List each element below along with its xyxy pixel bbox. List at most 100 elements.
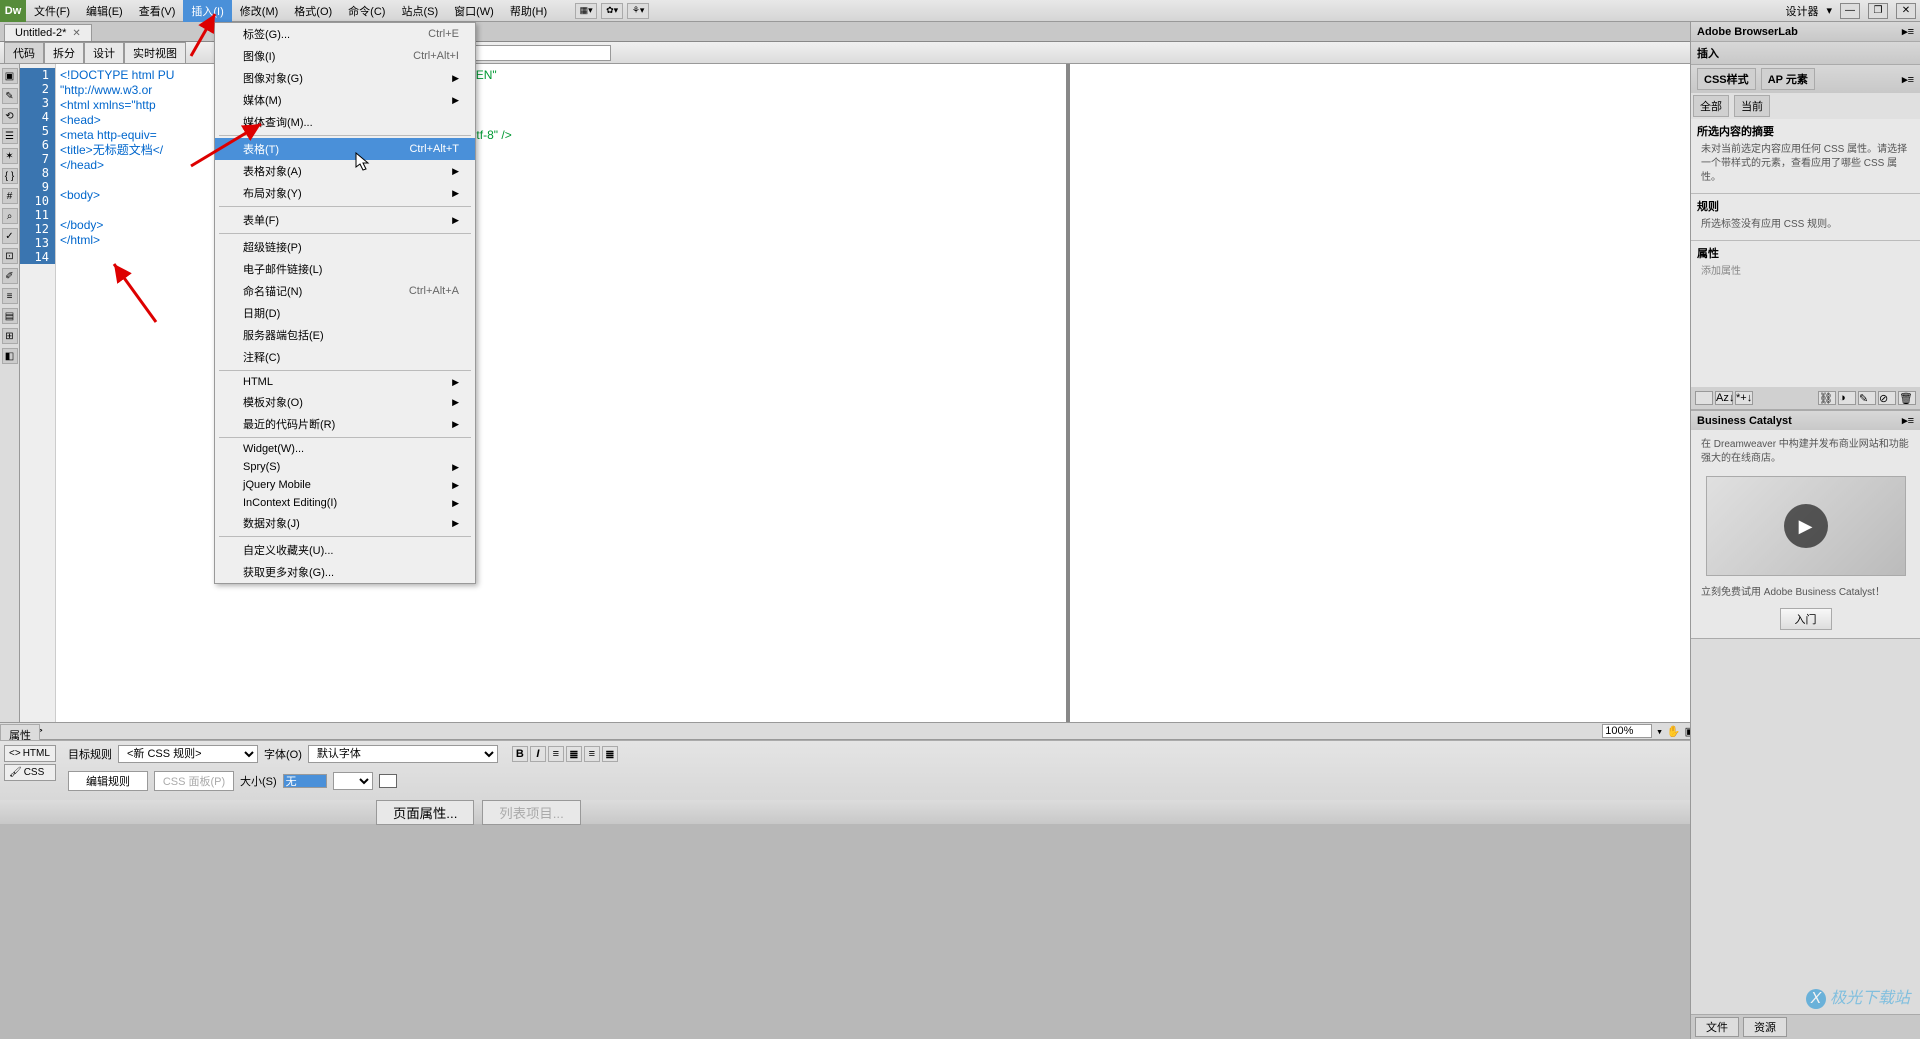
dropdown-item[interactable]: 布局对象(Y)▶ xyxy=(215,182,475,204)
menu-file[interactable]: 文件(F) xyxy=(26,0,78,22)
live-view-button[interactable]: 实时视图 xyxy=(124,42,186,64)
hand-icon[interactable]: ✋ xyxy=(1667,725,1681,738)
css-mode-button[interactable]: 🖌 CSS xyxy=(4,764,56,781)
dropdown-item[interactable]: 自定义收藏夹(U)... xyxy=(215,539,475,561)
design-view-button[interactable]: 设计 xyxy=(84,42,124,64)
dropdown-item[interactable]: 表单(F)▶ xyxy=(215,209,475,231)
dropdown-item[interactable]: 模板对象(O)▶ xyxy=(215,391,475,413)
document-tab[interactable]: Untitled-2* ✕ xyxy=(4,24,92,41)
add-property-link[interactable]: 添加属性 xyxy=(1697,261,1914,283)
layout-icon[interactable]: ▦▾ xyxy=(575,3,597,19)
split-view-button[interactable]: 拆分 xyxy=(44,42,84,64)
dropdown-item[interactable]: 服务器端包括(E) xyxy=(215,324,475,346)
link-icon[interactable]: ⛓ xyxy=(1818,391,1836,405)
edit-icon[interactable]: ✎ xyxy=(1858,391,1876,405)
menu-help[interactable]: 帮助(H) xyxy=(502,0,555,22)
tool-icon[interactable]: ✎ xyxy=(2,88,18,104)
tool-icon[interactable]: ☰ xyxy=(2,128,18,144)
menu-site[interactable]: 站点(S) xyxy=(393,0,446,22)
dropdown-item[interactable]: 标签(G)...Ctrl+E xyxy=(215,23,475,45)
panel-icon[interactable]: Az↓ xyxy=(1715,391,1733,405)
all-button[interactable]: 全部 xyxy=(1693,95,1729,117)
dropdown-item[interactable]: InContext Editing(I)▶ xyxy=(215,494,475,512)
tool-icon[interactable]: ▤ xyxy=(2,308,18,324)
dropdown-item[interactable]: 电子邮件链接(L) xyxy=(215,258,475,280)
align-right-button[interactable]: ≡ xyxy=(584,746,600,762)
bc-preview-image[interactable]: ▶ xyxy=(1706,476,1906,576)
dropdown-item[interactable]: HTML▶ xyxy=(215,373,475,391)
tool-icon[interactable]: ✓ xyxy=(2,228,18,244)
business-catalyst-title[interactable]: Business Catalyst▸≡ xyxy=(1691,411,1920,430)
target-rule-select[interactable]: <新 CSS 规则> xyxy=(118,745,258,763)
font-select[interactable]: 默认字体 xyxy=(308,745,498,763)
tool-icon[interactable]: ⊡ xyxy=(2,248,18,264)
dropdown-item[interactable]: 最近的代码片断(R)▶ xyxy=(215,413,475,435)
color-swatch[interactable] xyxy=(379,774,397,788)
dropdown-item[interactable]: 媒体(M)▶ xyxy=(215,89,475,111)
user-icon[interactable]: ⚘▾ xyxy=(627,3,649,19)
trash-icon[interactable]: 🗑 xyxy=(1898,391,1916,405)
menu-insert[interactable]: 插入(I) xyxy=(183,0,231,22)
current-button[interactable]: 当前 xyxy=(1734,95,1770,117)
dropdown-item[interactable]: 表格对象(A)▶ xyxy=(215,160,475,182)
tool-icon[interactable]: ⌕ xyxy=(2,208,18,224)
close-button[interactable]: ✕ xyxy=(1896,3,1916,19)
restore-button[interactable]: ❐ xyxy=(1868,3,1888,19)
dropdown-item[interactable]: 图像对象(G)▶ xyxy=(215,67,475,89)
code-view-button[interactable]: 代码 xyxy=(4,42,44,64)
dropdown-item[interactable]: 注释(C) xyxy=(215,346,475,368)
dropdown-item[interactable]: 日期(D) xyxy=(215,302,475,324)
edit-rule-button[interactable]: 编辑规则 xyxy=(68,771,148,791)
tool-icon[interactable]: ◧ xyxy=(2,348,18,364)
gear-icon[interactable]: ✿▾ xyxy=(601,3,623,19)
page-properties-button[interactable]: 页面属性... xyxy=(376,800,474,825)
menu-commands[interactable]: 命令(C) xyxy=(340,0,393,22)
italic-button[interactable]: I xyxy=(530,746,546,762)
play-icon[interactable]: ▶ xyxy=(1784,504,1828,548)
menu-modify[interactable]: 修改(M) xyxy=(232,0,287,22)
insert-panel-title[interactable]: 插入 xyxy=(1691,42,1920,64)
menu-window[interactable]: 窗口(W) xyxy=(446,0,502,22)
menu-format[interactable]: 格式(O) xyxy=(286,0,340,22)
dropdown-item[interactable]: 数据对象(J)▶ xyxy=(215,512,475,534)
tool-icon[interactable]: # xyxy=(2,188,18,204)
dropdown-item[interactable]: 获取更多对象(G)... xyxy=(215,561,475,583)
align-left-button[interactable]: ≡ xyxy=(548,746,564,762)
tool-icon[interactable]: { } xyxy=(2,168,18,184)
align-justify-button[interactable]: ≣ xyxy=(602,746,618,762)
css-panel-button[interactable]: CSS 面板(P) xyxy=(154,771,234,791)
new-icon[interactable]: ◑ xyxy=(1838,391,1856,405)
ap-elements-tab[interactable]: AP 元素 xyxy=(1761,68,1815,90)
css-styles-tab[interactable]: CSS样式 xyxy=(1697,68,1756,90)
bc-getstarted-button[interactable]: 入门 xyxy=(1780,608,1832,630)
size-input[interactable] xyxy=(283,774,327,788)
dropdown-item[interactable]: Spry(S)▶ xyxy=(215,458,475,476)
zoom-input[interactable] xyxy=(1602,724,1652,738)
dropdown-item[interactable]: 表格(T)Ctrl+Alt+T xyxy=(215,138,475,160)
dropdown-item[interactable]: Widget(W)... xyxy=(215,440,475,458)
tool-icon[interactable]: ✶ xyxy=(2,148,18,164)
browserlab-panel-title[interactable]: Adobe BrowserLab▸≡ xyxy=(1691,22,1920,41)
assets-tab[interactable]: 资源 xyxy=(1743,1017,1787,1037)
dropdown-item[interactable]: 媒体查询(M)... xyxy=(215,111,475,133)
designer-label[interactable]: 设计器 xyxy=(1785,3,1818,19)
list-item-button[interactable]: 列表项目... xyxy=(482,800,580,825)
tool-icon[interactable]: ✐ xyxy=(2,268,18,284)
tool-icon[interactable]: ⟲ xyxy=(2,108,18,124)
menu-edit[interactable]: 编辑(E) xyxy=(78,0,131,22)
tool-icon[interactable]: ≡ xyxy=(2,288,18,304)
size-unit-select[interactable] xyxy=(333,772,373,790)
minimize-button[interactable]: — xyxy=(1840,3,1860,19)
code-content[interactable]: <!DOCTYPE html PUtitional//EN" "http://w… xyxy=(56,64,1066,722)
tab-close-icon[interactable]: ✕ xyxy=(72,28,80,39)
bold-button[interactable]: B xyxy=(512,746,528,762)
dropdown-item[interactable]: jQuery Mobile▶ xyxy=(215,476,475,494)
menu-view[interactable]: 查看(V) xyxy=(131,0,184,22)
align-center-button[interactable]: ≣ xyxy=(566,746,582,762)
files-tab[interactable]: 文件 xyxy=(1695,1017,1739,1037)
disable-icon[interactable]: ⊘ xyxy=(1878,391,1896,405)
panel-icon[interactable]: *+↓ xyxy=(1735,391,1753,405)
dropdown-item[interactable]: 超级链接(P) xyxy=(215,236,475,258)
panel-icon[interactable] xyxy=(1695,391,1713,405)
dropdown-item[interactable]: 图像(I)Ctrl+Alt+I xyxy=(215,45,475,67)
